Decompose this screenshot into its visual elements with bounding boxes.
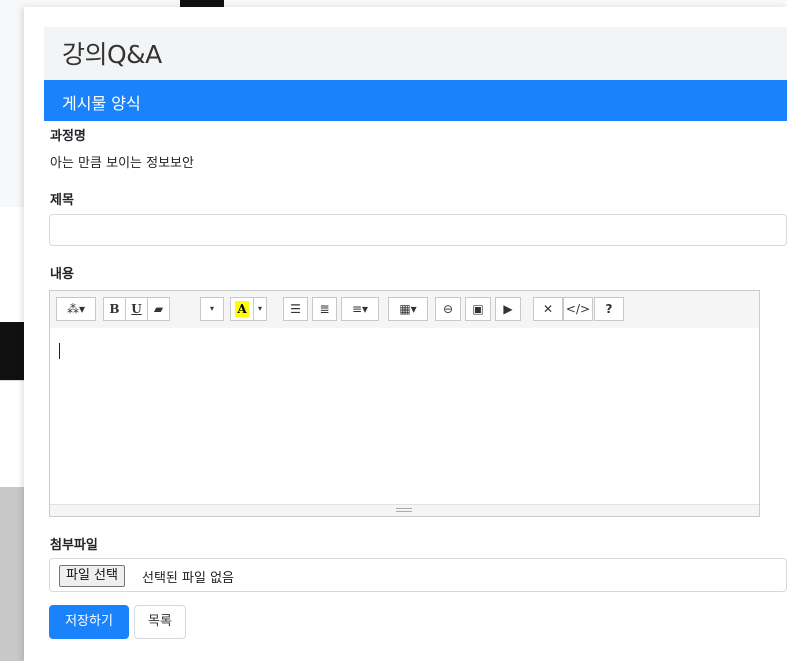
magic-wand-icon: ⁂▾ — [66, 302, 86, 316]
list-button[interactable]: 목록 — [134, 605, 186, 639]
caret-down-icon: ▾ — [209, 304, 214, 313]
link-icon: ⊖ — [442, 302, 454, 316]
form-header: 게시물 양식 — [44, 80, 787, 121]
save-button[interactable]: 저장하기 — [49, 605, 129, 639]
caret-down-icon: ▾ — [257, 304, 262, 313]
fullscreen-icon: ✕ — [542, 302, 554, 316]
rich-text-editor: ⁂▾ B U ▰ ▾ A ▾ ☰ ≣ ≡▾ ▦▾ ⊖ ▣ ▶ ✕ </> ? — [49, 290, 760, 517]
font-size-button[interactable]: ▾ — [200, 297, 224, 321]
qna-form-panel: 강의Q&A 게시물 양식 과정명 아는 만큼 보이는 정보보안 제목 내용 ⁂▾… — [24, 7, 787, 661]
editor-content-area[interactable] — [50, 328, 759, 505]
course-value: 아는 만큼 보이는 정보보안 — [50, 156, 194, 171]
bold-icon: B — [109, 302, 120, 316]
course-label: 과정명 — [50, 129, 86, 144]
clear-format-button[interactable]: ▰ — [147, 297, 170, 321]
video-button[interactable]: ▶ — [495, 297, 521, 321]
content-label: 내용 — [50, 267, 74, 282]
text-cursor — [59, 343, 60, 359]
file-status: 선택된 파일 없음 — [142, 571, 234, 586]
attachment-label: 첨부파일 — [50, 538, 98, 553]
bold-button[interactable]: B — [103, 297, 126, 321]
color-dropdown-button[interactable]: ▾ — [253, 297, 267, 321]
page-header: 강의Q&A — [44, 27, 787, 81]
ordered-list-button[interactable]: ≣ — [312, 297, 337, 321]
link-button[interactable]: ⊖ — [435, 297, 461, 321]
unordered-list-button[interactable]: ☰ — [283, 297, 308, 321]
picture-button[interactable]: ▣ — [465, 297, 491, 321]
unordered-list-icon: ☰ — [290, 302, 301, 316]
video-icon: ▶ — [503, 302, 513, 316]
fullscreen-button[interactable]: ✕ — [533, 297, 563, 321]
file-input: 파일 선택 선택된 파일 없음 — [49, 558, 787, 592]
table-button[interactable]: ▦▾ — [388, 297, 428, 321]
code-icon: </> — [565, 302, 591, 316]
page-title: 강의Q&A — [62, 40, 162, 69]
paragraph-button[interactable]: ≡▾ — [341, 297, 379, 321]
table-icon: ▦▾ — [399, 302, 417, 316]
choose-file-button[interactable]: 파일 선택 — [59, 565, 125, 587]
color-button[interactable]: A — [230, 297, 254, 321]
style-button[interactable]: ⁂▾ — [56, 297, 96, 321]
title-input[interactable] — [49, 214, 787, 246]
help-button[interactable]: ? — [594, 297, 624, 321]
eraser-icon: ▰ — [153, 302, 164, 316]
form-header-title: 게시물 양식 — [62, 94, 141, 113]
align-left-icon: ≡▾ — [351, 302, 369, 316]
picture-icon: ▣ — [472, 302, 484, 316]
help-icon: ? — [605, 302, 613, 316]
codeview-button[interactable]: </> — [563, 297, 593, 321]
underline-button[interactable]: U — [125, 297, 148, 321]
text-color-icon: A — [235, 301, 249, 317]
editor-toolbar: ⁂▾ B U ▰ ▾ A ▾ ☰ ≣ ≡▾ ▦▾ ⊖ ▣ ▶ ✕ </> ? — [50, 291, 759, 329]
grip-icon — [396, 508, 412, 512]
ordered-list-icon: ≣ — [319, 302, 330, 316]
editor-resize-handle[interactable] — [50, 504, 759, 516]
title-label: 제목 — [50, 193, 74, 208]
underline-icon: U — [131, 302, 142, 316]
